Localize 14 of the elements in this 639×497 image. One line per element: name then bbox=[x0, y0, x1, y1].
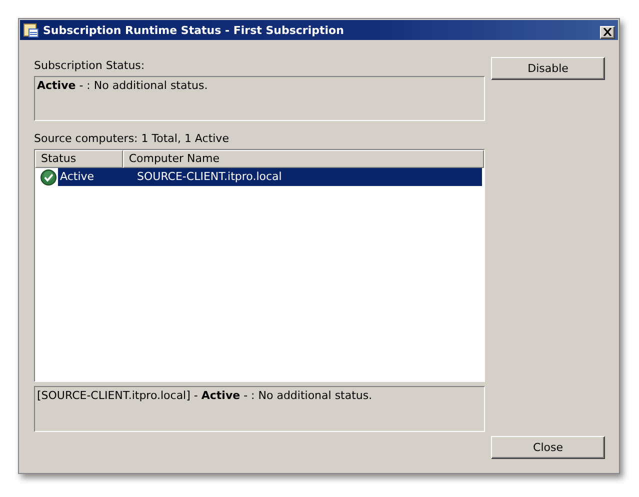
disable-button[interactable]: Disable bbox=[491, 57, 605, 80]
computer-name-cell[interactable]: SOURCE-CLIENT.itpro.local bbox=[130, 168, 482, 186]
subscription-status-text: Active - : No additional status. bbox=[34, 76, 485, 121]
column-header[interactable]: Computer Name bbox=[122, 150, 484, 168]
close-icon[interactable] bbox=[600, 26, 615, 38]
source-computers-label: Source computers: 1 Total, 1 Active bbox=[34, 131, 230, 147]
subscription-status-label: Subscription Status: bbox=[34, 58, 146, 74]
column-header[interactable]: Status bbox=[35, 150, 123, 168]
close-button[interactable]: Close bbox=[491, 436, 605, 459]
app-icon bbox=[23, 22, 39, 38]
computer-status-detail: [SOURCE-CLIENT.itpro.local] - Active - : No additional status. bbox=[34, 386, 485, 432]
status-cell[interactable]: Active bbox=[58, 168, 130, 186]
check-icon bbox=[40, 168, 57, 186]
window-title: Subscription Runtime Status - First Subscription bbox=[43, 24, 345, 36]
